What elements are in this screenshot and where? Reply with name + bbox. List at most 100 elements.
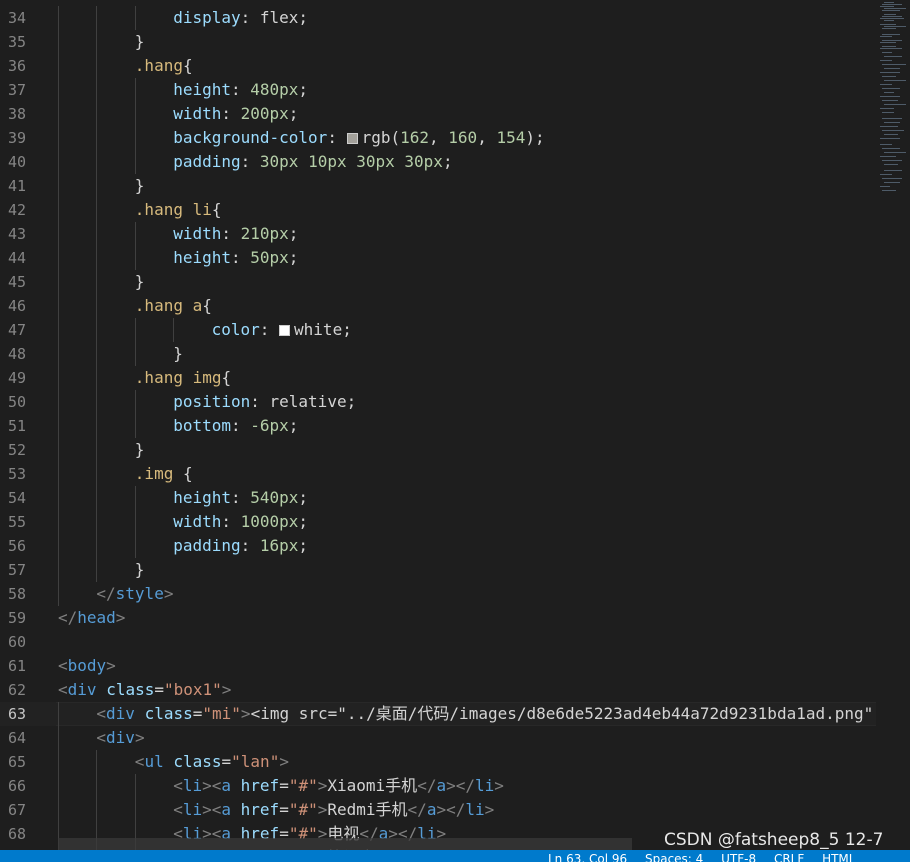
- code-editor[interactable]: 34 display: flex; 35} 36 .hang{37 height: 480…: [0, 0, 876, 850]
- minimap-line: [882, 4, 902, 5]
- horizontal-scrollbar[interactable]: [58, 838, 632, 850]
- code-text: }: [134, 560, 145, 579]
- code-text: <div class="mi"><img src="../桌面/代码/image…: [96, 704, 874, 723]
- line-number: 35: [7, 33, 26, 51]
- indent-guide: [58, 414, 59, 438]
- indent-guide: [96, 438, 98, 462]
- minimap-line: [884, 164, 898, 165]
- indent-guide: [96, 6, 98, 30]
- code-line[interactable]: 52}: [0, 438, 876, 462]
- minimap-line: [884, 14, 896, 15]
- code-line[interactable]: 46 .hang a{: [0, 294, 876, 318]
- code-line[interactable]: 35}: [0, 30, 876, 54]
- code-text: height: 480px;: [173, 80, 309, 99]
- code-text: .hang{: [134, 56, 193, 75]
- code-line[interactable]: 50 position: relative;: [0, 390, 876, 414]
- code-text: color: white;: [211, 320, 352, 339]
- minimap-line: [880, 72, 900, 73]
- line-number: 62: [7, 681, 26, 699]
- code-line[interactable]: 45}: [0, 270, 876, 294]
- code-line[interactable]: 43 width: 210px;: [0, 222, 876, 246]
- code-text: height: 50px;: [173, 248, 299, 267]
- code-line[interactable]: 61 <body>: [0, 654, 876, 678]
- code-line[interactable]: 60: [0, 630, 876, 654]
- line-number: 50: [7, 393, 26, 411]
- code-line[interactable]: 39 background-color: rgb(162, 160, 154);: [0, 126, 876, 150]
- indent-guide: [58, 54, 59, 78]
- indent-guide: [58, 438, 59, 462]
- code-line[interactable]: 59 </head>: [0, 606, 876, 630]
- code-line[interactable]: 42 .hang li{: [0, 198, 876, 222]
- code-line[interactable]: 36 .hang{: [0, 54, 876, 78]
- line-number: 66: [7, 777, 26, 795]
- indent-guide: [134, 246, 136, 270]
- status-language-mode[interactable]: HTML: [822, 852, 855, 862]
- status-cursor-position[interactable]: Ln 63, Col 96: [548, 852, 627, 862]
- code-line[interactable]: 49 .hang img{: [0, 366, 876, 390]
- indent-guide: [96, 222, 98, 246]
- indent-guide: [96, 126, 98, 150]
- minimap-line: [882, 112, 894, 113]
- status-encoding[interactable]: UTF-8: [721, 852, 756, 862]
- status-indentation[interactable]: Spaces: 4: [645, 852, 703, 862]
- minimap-line: [882, 64, 906, 65]
- indent-guide: [134, 414, 136, 438]
- indent-guide: [96, 462, 98, 486]
- indent-guide: [96, 150, 98, 174]
- code-line[interactable]: 41}: [0, 174, 876, 198]
- indent-guide: [58, 294, 59, 318]
- code-line[interactable]: 62 <div class="box1">: [0, 678, 876, 702]
- indent-guide: [96, 318, 98, 342]
- code-line[interactable]: 38 width: 200px;: [0, 102, 876, 126]
- line-number: 42: [7, 201, 26, 219]
- code-text: .img {: [134, 464, 193, 483]
- minimap-line: [882, 100, 898, 101]
- code-text: <li><a href="#">Xiaomi手机</a></li>: [173, 776, 504, 795]
- indent-guide: [58, 6, 59, 30]
- code-line[interactable]: 63 <div class="mi"><img src="../桌面/代码/ima…: [0, 702, 876, 726]
- code-line[interactable]: 55 width: 1000px;: [0, 510, 876, 534]
- line-number: 49: [7, 369, 26, 387]
- minimap-line: [884, 152, 906, 153]
- indent-guide: [96, 798, 98, 822]
- line-number: 58: [7, 585, 26, 603]
- code-line[interactable]: 54 height: 540px;: [0, 486, 876, 510]
- line-number: 39: [7, 129, 26, 147]
- indent-guide: [134, 6, 136, 30]
- code-line[interactable]: 64 <div>: [0, 726, 876, 750]
- minimap-line: [884, 20, 894, 21]
- indent-guide: [134, 222, 136, 246]
- code-text: .hang img{: [134, 368, 232, 387]
- code-line[interactable]: 66 <li><a href="#">Xiaomi手机</a></li>: [0, 774, 876, 798]
- code-line[interactable]: 40 padding: 30px 10px 30px 30px;: [0, 150, 876, 174]
- code-line[interactable]: 57}: [0, 558, 876, 582]
- line-number: 34: [7, 9, 26, 27]
- code-line[interactable]: 44 height: 50px;: [0, 246, 876, 270]
- code-line[interactable]: 51 bottom: -6px;: [0, 414, 876, 438]
- minimap-line: [880, 144, 892, 145]
- line-number: 67: [7, 801, 26, 819]
- code-line[interactable]: 65 <ul class="lan">: [0, 750, 876, 774]
- indent-guide: [134, 126, 136, 150]
- code-line[interactable]: 48}: [0, 342, 876, 366]
- code-line[interactable]: 53 .img {: [0, 462, 876, 486]
- code-line[interactable]: 34 display: flex;: [0, 6, 876, 30]
- minimap-line: [882, 16, 902, 17]
- line-number: 37: [7, 81, 26, 99]
- code-line[interactable]: 67 <li><a href="#">Redmi手机</a></li>: [0, 798, 876, 822]
- code-line[interactable]: 37 height: 480px;: [0, 78, 876, 102]
- minimap[interactable]: [876, 0, 910, 850]
- code-line[interactable]: 47 color: white;: [0, 318, 876, 342]
- code-line[interactable]: 58 </style>: [0, 582, 876, 606]
- line-number: 52: [7, 441, 26, 459]
- minimap-line: [882, 178, 902, 179]
- minimap-line: [884, 26, 906, 27]
- indent-guide: [58, 174, 59, 198]
- code-line[interactable]: 56 padding: 16px;: [0, 534, 876, 558]
- indent-guide: [96, 270, 98, 294]
- minimap-line: [880, 24, 896, 25]
- status-line-ending[interactable]: CRLF: [774, 852, 804, 862]
- indent-guide: [58, 390, 59, 414]
- minimap-line: [882, 52, 892, 53]
- minimap-line: [882, 88, 900, 89]
